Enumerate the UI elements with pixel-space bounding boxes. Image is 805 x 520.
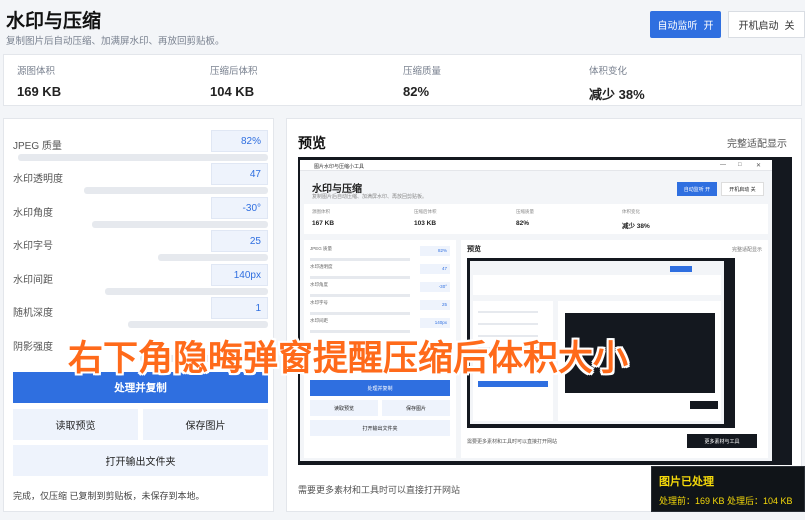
setting-label: 水印角度 — [13, 208, 53, 219]
preview-image: 图片水印与压缩小工具 — □ ✕ 水印与压缩 复制图片后自动压缩、加满屏水印、再… — [298, 157, 792, 465]
status-text: 完成，仅压缩 已复制到剪贴板，未保存到本地。 — [13, 491, 205, 501]
stat-value: 82% — [403, 84, 430, 99]
inner-stats: 源图体积 167 KB 压缩后体积 103 KB 压缩质量 82% 体积变化 减少 38… — [304, 204, 768, 234]
stat-label: 压缩后体积 — [210, 66, 258, 77]
setting-label: 阴影强度 — [13, 342, 53, 353]
setting-slider[interactable] — [84, 187, 268, 194]
setting-slider[interactable] — [105, 288, 268, 295]
boot-start-label: 开机启动 — [738, 21, 779, 32]
stat-quality: 压缩质量 82% — [403, 63, 441, 99]
setting-slider[interactable] — [18, 154, 268, 161]
setting-watermark-opacity: 水印透明度 47 — [13, 163, 268, 196]
inner-fit-label: 完整适配显示 — [731, 246, 762, 253]
inner-window-titlebar: 图片水印与压缩小工具 — □ ✕ — [300, 160, 772, 171]
read-preview-button[interactable]: 读取预览 — [13, 409, 138, 440]
stat-label: 压缩质量 — [403, 66, 442, 77]
stats-panel: 源图体积 169 KB 压缩后体积 104 KB 压缩质量 82% 体积变化 减… — [3, 54, 802, 106]
inner-hint: 需要更多素材和工具时可以直接打开网站 — [467, 438, 558, 445]
inner-row: 水印透明度 47 — [310, 264, 450, 280]
inner-save-button: 保存图片 — [382, 400, 450, 416]
hint-text: 需要更多素材和工具时可以直接打开网站 — [298, 485, 461, 495]
header: 水印与压缩 复制图片后自动压缩、加满屏水印、再放回剪贴板。 自动监听 开 开机启… — [0, 0, 805, 54]
setting-watermark-spacing: 水印间距 140px — [13, 264, 268, 297]
setting-random-depth: 随机深度 1 — [13, 297, 268, 330]
inner-stat: 源图体积 167 KB — [312, 209, 335, 227]
toast-title: 图片已处理 — [659, 476, 714, 488]
auto-monitor-state: 开 — [703, 21, 714, 32]
inner-window-title: 图片水印与压缩小工具 — [314, 164, 365, 170]
stat-label: 体积变化 — [589, 66, 628, 77]
stat-value: 104 KB — [210, 84, 255, 99]
preview-screenshot: 图片水印与压缩小工具 — □ ✕ 水印与压缩 复制图片后自动压缩、加满屏水印、再… — [300, 160, 772, 461]
stat-change: 体积变化 减少 38% — [589, 63, 645, 103]
toast-notification[interactable]: 图片已处理 处理前：169 KB 处理后：104 KB — [651, 466, 805, 512]
setting-value-input[interactable]: 140px — [211, 264, 268, 286]
app-title: 水印与压缩 — [6, 11, 102, 32]
setting-label: 水印间距 — [13, 275, 53, 286]
save-image-button[interactable]: 保存图片 — [143, 409, 268, 440]
setting-label: 随机深度 — [13, 308, 53, 319]
app-subtitle: 复制图片后自动压缩、加满屏水印、再放回剪贴板。 — [6, 36, 225, 47]
stat-value: 169 KB — [17, 84, 62, 99]
setting-label: JPEG 质量 — [13, 141, 62, 152]
setting-jpeg-quality: JPEG 质量 82% — [13, 130, 268, 163]
inner-read-button: 读取预览 — [310, 400, 378, 416]
preview-panel: 预览 完整适配显示 图片水印与压缩小工具 — □ ✕ 水印与压缩 复制图片后自动… — [286, 118, 802, 512]
setting-value-input[interactable]: 25 — [211, 230, 268, 252]
stat-compressed-size: 压缩后体积 104 KB — [210, 63, 258, 99]
overlay-caption: 右下角隐晦弹窗提醒压缩后体积大小 — [68, 339, 629, 378]
inner-process-button: 处理并复制 — [310, 380, 450, 396]
setting-value-input[interactable]: -30° — [211, 197, 268, 219]
inner-boot-button: 开机启动 关 — [721, 182, 764, 196]
setting-slider[interactable] — [128, 321, 268, 328]
auto-monitor-label: 自动监听 — [657, 21, 698, 32]
inner-stat: 压缩后体积 103 KB — [414, 209, 437, 227]
setting-label: 水印字号 — [13, 241, 53, 252]
inner-open-button: 打开输出文件夹 — [310, 420, 450, 436]
preview-title: 预览 — [298, 135, 326, 151]
auto-monitor-toggle[interactable]: 自动监听 开 — [650, 11, 721, 38]
minimize-icon: — — [720, 162, 726, 168]
fit-display-button[interactable]: 完整适配显示 — [727, 135, 787, 150]
setting-value-input[interactable]: 1 — [211, 297, 268, 319]
setting-value-input[interactable]: 47 — [211, 163, 268, 185]
setting-slider[interactable] — [158, 254, 268, 261]
inner-auto-button: 自动监听 开 — [677, 182, 717, 196]
setting-value-input[interactable]: 82% — [211, 130, 268, 152]
inner-row: 水印角度 -30° — [310, 282, 450, 298]
inner-site-button: 更多素材与工具 — [687, 434, 757, 448]
inner-stat: 压缩质量 82% — [516, 209, 534, 227]
open-output-folder-button[interactable]: 打开输出文件夹 — [13, 445, 268, 476]
inner-preview-title: 预览 — [467, 246, 481, 253]
boot-start-state: 关 — [784, 21, 795, 32]
setting-label: 水印透明度 — [13, 174, 63, 185]
setting-slider[interactable] — [92, 221, 268, 228]
close-icon: ✕ — [756, 163, 762, 169]
stat-source-size: 源图体积 169 KB — [17, 63, 61, 99]
inner-row: 水印字号 25 — [310, 300, 450, 316]
stat-label: 源图体积 — [17, 66, 56, 77]
inner-stat: 体积变化 减少 38% — [622, 209, 650, 230]
inner-subtitle: 复制图片后自动压缩、加满屏水印、再放回剪贴板。 — [312, 194, 428, 200]
toast-body: 处理前：169 KB 处理后：104 KB — [659, 496, 793, 506]
setting-watermark-font-size: 水印字号 25 — [13, 230, 268, 263]
boot-start-toggle[interactable]: 开机启动 关 — [728, 11, 805, 38]
maximize-icon: □ — [738, 162, 742, 168]
setting-watermark-angle: 水印角度 -30° — [13, 197, 268, 230]
stat-value: 减少 38% — [589, 87, 645, 102]
settings-panel: JPEG 质量 82% 水印透明度 47 水印角度 -30° 水印字号 25 水… — [3, 118, 274, 512]
inner-row: JPEG 质量 82% — [310, 246, 450, 262]
